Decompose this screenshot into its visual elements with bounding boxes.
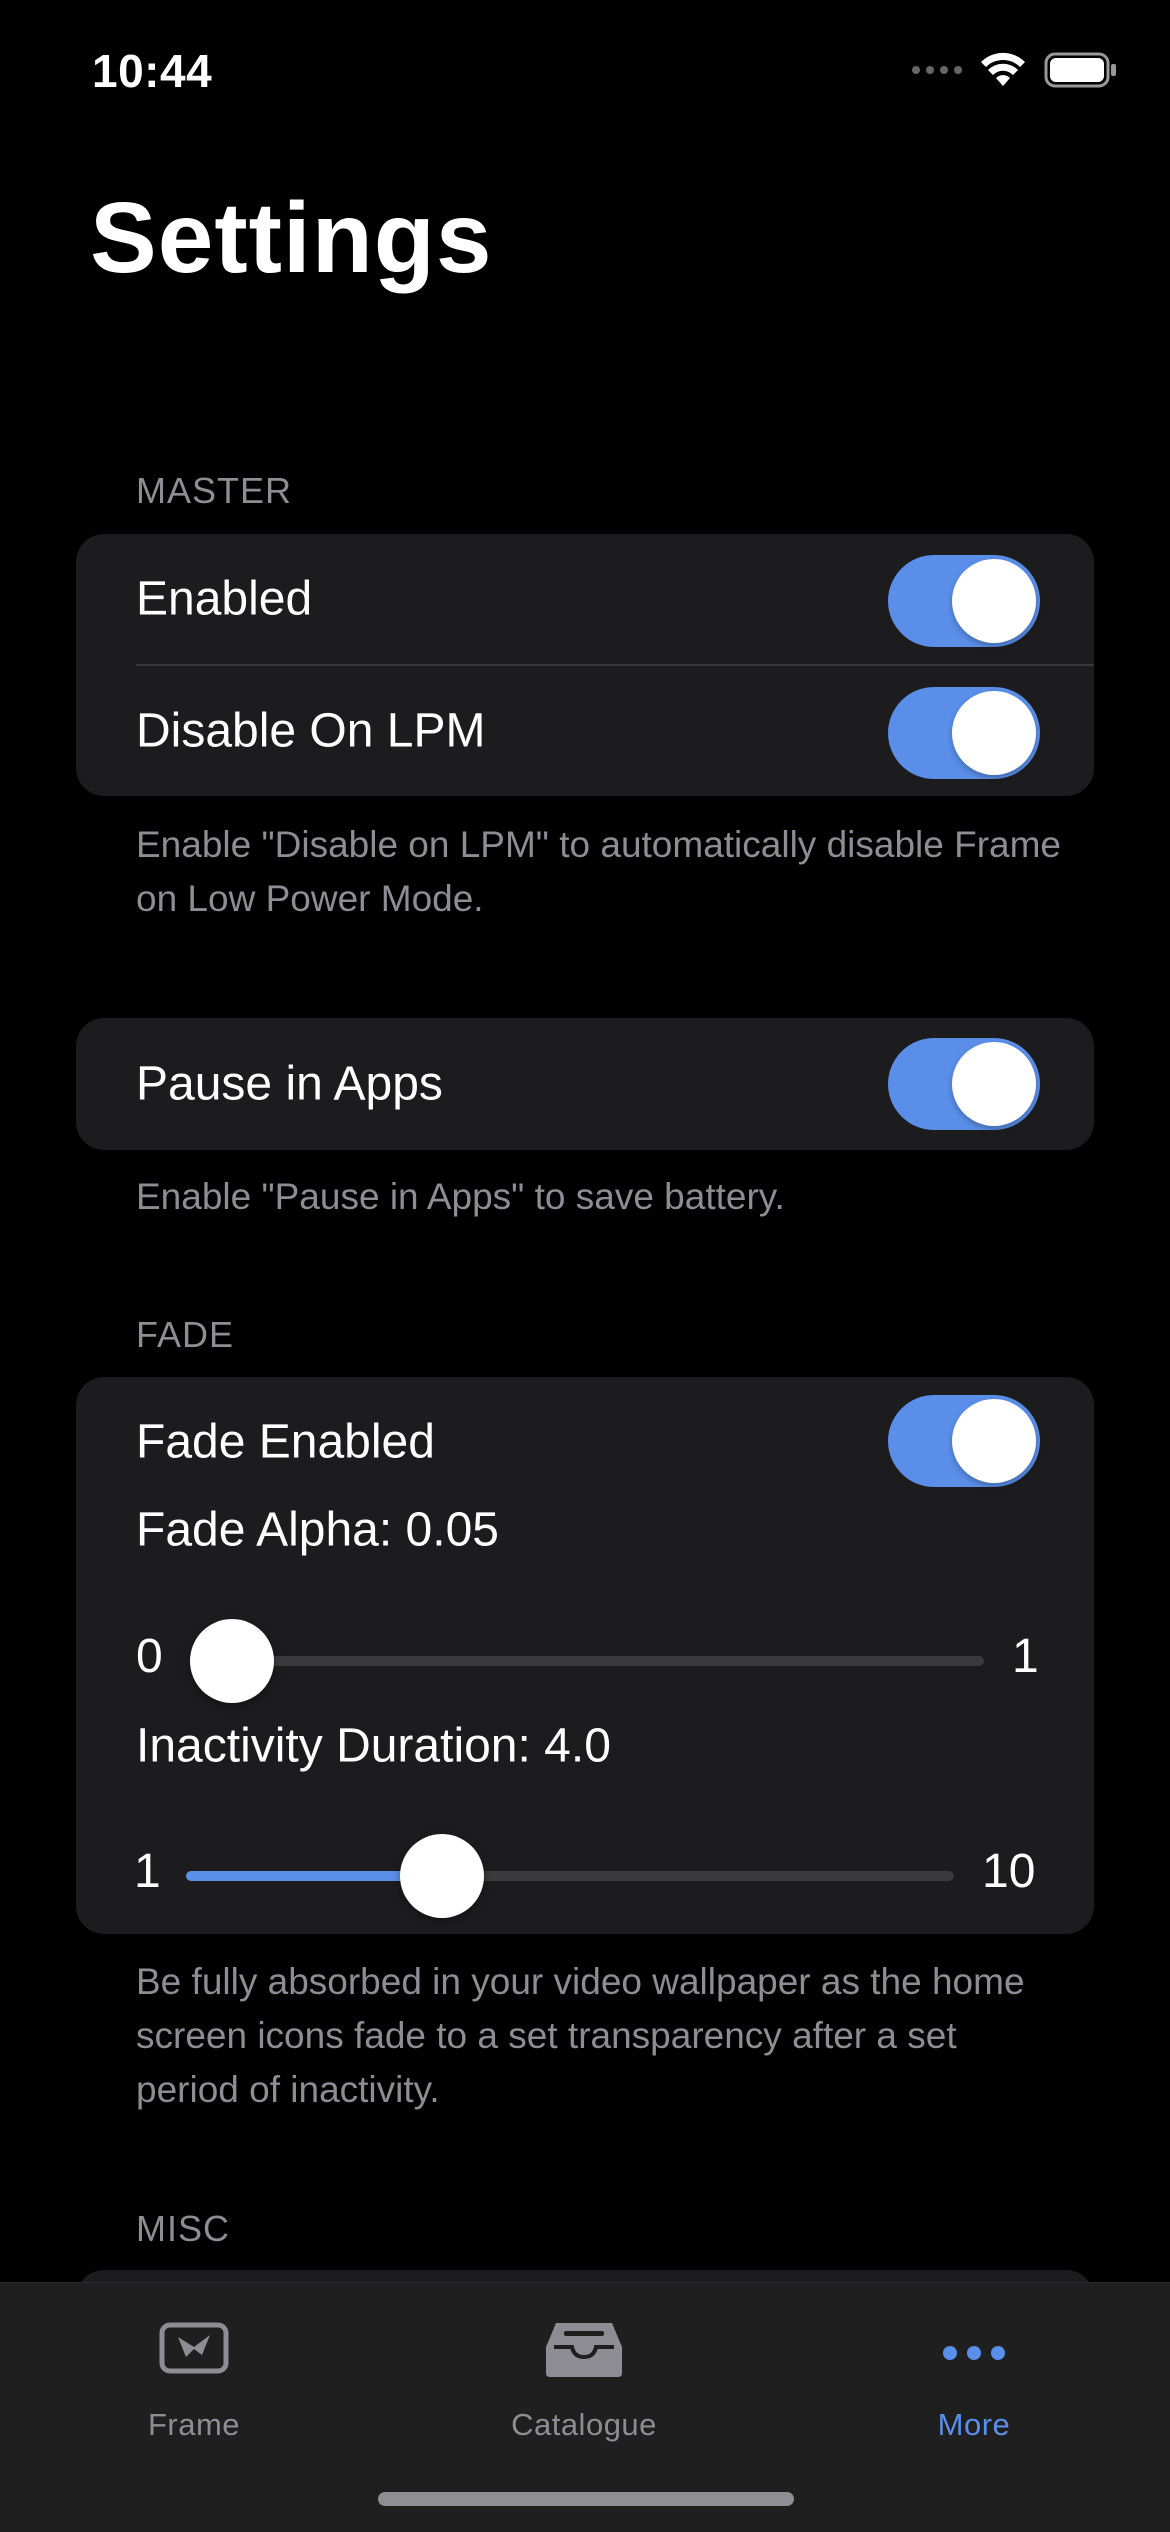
tab-frame-label: Frame (147, 2407, 241, 2442)
section-header-misc: MISC (136, 2208, 230, 2249)
inactivity-slider-thumb[interactable] (400, 1834, 484, 1918)
inactivity-duration-row: Inactivity Duration: 4.0 (136, 1703, 1094, 1789)
fade-enabled-label: Fade Enabled (136, 1415, 435, 1469)
pause-footer: Enable "Pause in Apps" to save battery. (136, 1176, 785, 1217)
frame-icon (159, 2322, 229, 2374)
fade-alpha-row: Fade Alpha: 0.05 (136, 1487, 1094, 1573)
fade-footer: Be fully absorbed in your video wallpape… (136, 1961, 1025, 2110)
fade-alpha-min-label: 0 (136, 1630, 163, 1683)
fade-enabled-toggle[interactable] (888, 1395, 1040, 1487)
enabled-toggle[interactable] (888, 555, 1040, 647)
pause-in-apps-toggle-knob (952, 1042, 1036, 1126)
enabled-label: Enabled (136, 572, 313, 626)
fade-alpha-max-label: 1 (1012, 1630, 1039, 1683)
fade-alpha-label: Fade Alpha: 0.05 (136, 1503, 499, 1557)
section-header-fade: FADE (136, 1314, 235, 1355)
tab-catalogue[interactable]: Catalogue (434, 2283, 734, 2483)
status-time: 10:44 (92, 45, 213, 97)
enabled-toggle-knob (952, 559, 1036, 643)
pause-in-apps-label: Pause in Apps (136, 1057, 443, 1111)
wifi-icon (981, 52, 1025, 86)
fade-alpha-slider-thumb[interactable] (189, 1619, 274, 1703)
battery-icon (1044, 52, 1116, 88)
disable-lpm-label: Disable On LPM (136, 704, 486, 758)
tab-more[interactable]: More (824, 2283, 1124, 2483)
pause-group: Pause in Apps (76, 1018, 1094, 1150)
home-indicator[interactable] (378, 2492, 794, 2506)
status-icons (912, 52, 1118, 88)
disable-lpm-toggle[interactable] (888, 687, 1040, 779)
tab-frame[interactable]: Frame (44, 2283, 344, 2483)
pause-in-apps-toggle[interactable] (888, 1038, 1040, 1130)
tab-more-label: More (937, 2407, 1011, 2442)
ellipsis-icon (943, 2346, 1005, 2360)
section-header-master: MASTER (136, 470, 293, 511)
master-footer: Enable "Disable on LPM" to automatically… (136, 824, 1061, 919)
inactivity-max-label: 10 (982, 1845, 1036, 1898)
fade-enabled-toggle-knob (952, 1399, 1036, 1483)
inactivity-min-label: 1 (134, 1845, 161, 1898)
inactivity-duration-slider[interactable] (186, 1834, 954, 1918)
cellular-signal-icon (912, 66, 962, 74)
inactivity-duration-label: Inactivity Duration: 4.0 (136, 1719, 611, 1773)
master-group: Enabled Disable On LPM (76, 534, 1094, 796)
tab-catalogue-label: Catalogue (511, 2407, 657, 2442)
page-title: Settings (90, 182, 493, 294)
disable-lpm-toggle-knob (952, 691, 1036, 775)
tray-icon (546, 2323, 622, 2377)
fade-alpha-slider[interactable] (189, 1619, 984, 1703)
settings-screen: 10:44 Settings MASTER Enabled Disable On… (0, 0, 1170, 2532)
fade-group: Fade Enabled Fade Alpha: 0.05 0 1 Inacti… (76, 1377, 1094, 1934)
